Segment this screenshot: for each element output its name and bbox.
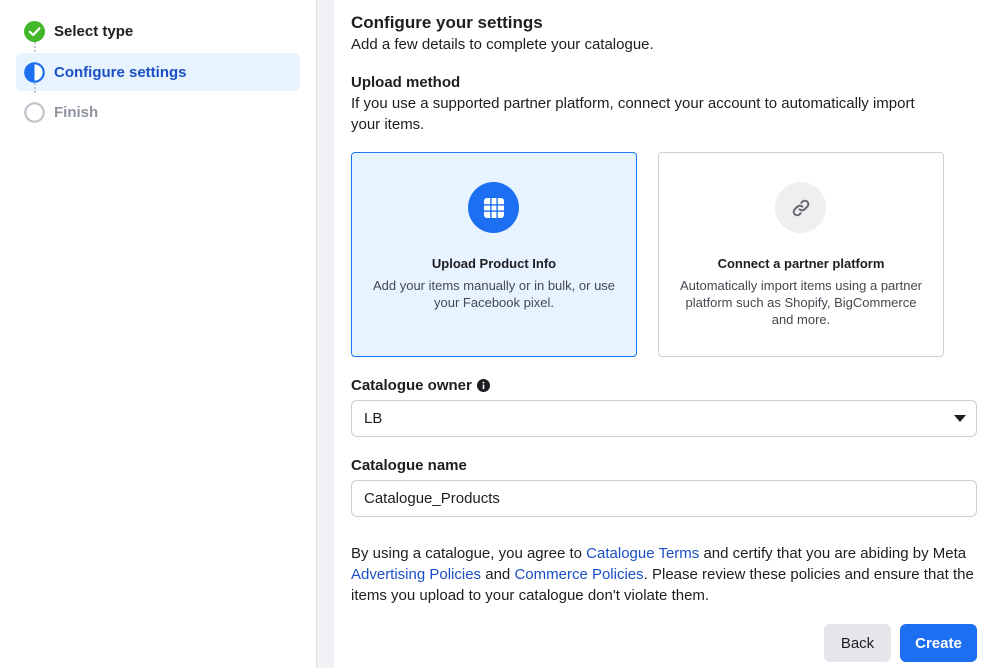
- catalogue-owner-label-row: Catalogue owner: [351, 377, 490, 394]
- link-icon: [792, 199, 809, 216]
- terms-text-part: and: [481, 566, 515, 583]
- option-description: Automatically import items using a partn…: [679, 278, 923, 327]
- step-connector: [34, 83, 36, 93]
- step-label: Finish: [54, 103, 99, 121]
- step-label: Configure settings: [54, 63, 187, 81]
- upload-icon-circle: [468, 182, 519, 233]
- upload-method-title: Upload method: [351, 74, 461, 91]
- step-finish[interactable]: Finish: [16, 93, 300, 131]
- advertising-policies-link[interactable]: Advertising Policies: [351, 566, 481, 583]
- check-circle-icon: [24, 20, 45, 42]
- catalogue-owner-select[interactable]: LB: [351, 400, 977, 437]
- option-title: Upload Product Info: [431, 256, 557, 271]
- step-sidebar: Select type Configure settings Finish: [0, 0, 317, 668]
- option-description: Add your items manually or in bulk, or u…: [372, 278, 616, 310]
- create-button[interactable]: Create: [900, 624, 977, 662]
- empty-circle-icon: [24, 101, 45, 123]
- step-configure-settings[interactable]: Configure settings: [16, 53, 300, 91]
- info-icon[interactable]: [476, 379, 490, 392]
- step-label: Select type: [54, 22, 134, 40]
- page-subtitle: Add a few details to complete your catal…: [351, 36, 654, 53]
- step-connector: [34, 42, 36, 52]
- link-icon-circle: [775, 182, 826, 233]
- commerce-policies-link[interactable]: Commerce Policies: [514, 566, 643, 583]
- catalogue-name-value: Catalogue_Products: [364, 490, 500, 507]
- back-button[interactable]: Back: [824, 624, 891, 662]
- catalogue-terms-link[interactable]: Catalogue Terms: [586, 545, 699, 562]
- catalogue-name-input[interactable]: Catalogue_Products: [351, 480, 977, 517]
- half-circle-icon: [24, 61, 45, 83]
- catalogue-owner-label: Catalogue owner: [351, 377, 472, 394]
- catalogue-owner-value: LB: [364, 410, 383, 427]
- step-select-type[interactable]: Select type: [16, 12, 300, 50]
- catalogue-name-label: Catalogue name: [351, 457, 467, 474]
- connect-partner-platform-option[interactable]: Connect a partner platform Automatically…: [658, 152, 944, 357]
- terms-text-part: By using a catalogue, you agree to: [351, 545, 587, 562]
- terms-text: By using a catalogue, you agree to Catal…: [351, 543, 981, 606]
- option-title: Connect a partner platform: [717, 256, 885, 271]
- terms-text-part: and certify that you are abiding by Meta: [699, 545, 967, 562]
- grid-icon: [483, 197, 504, 218]
- page-title: Configure your settings: [351, 13, 543, 32]
- settings-panel: Configure your settings Add a few detail…: [334, 0, 994, 668]
- chevron-down-icon: [954, 415, 966, 422]
- upload-method-description: If you use a supported partner platform,…: [351, 95, 915, 133]
- upload-product-info-option[interactable]: Upload Product Info Add your items manua…: [351, 152, 637, 357]
